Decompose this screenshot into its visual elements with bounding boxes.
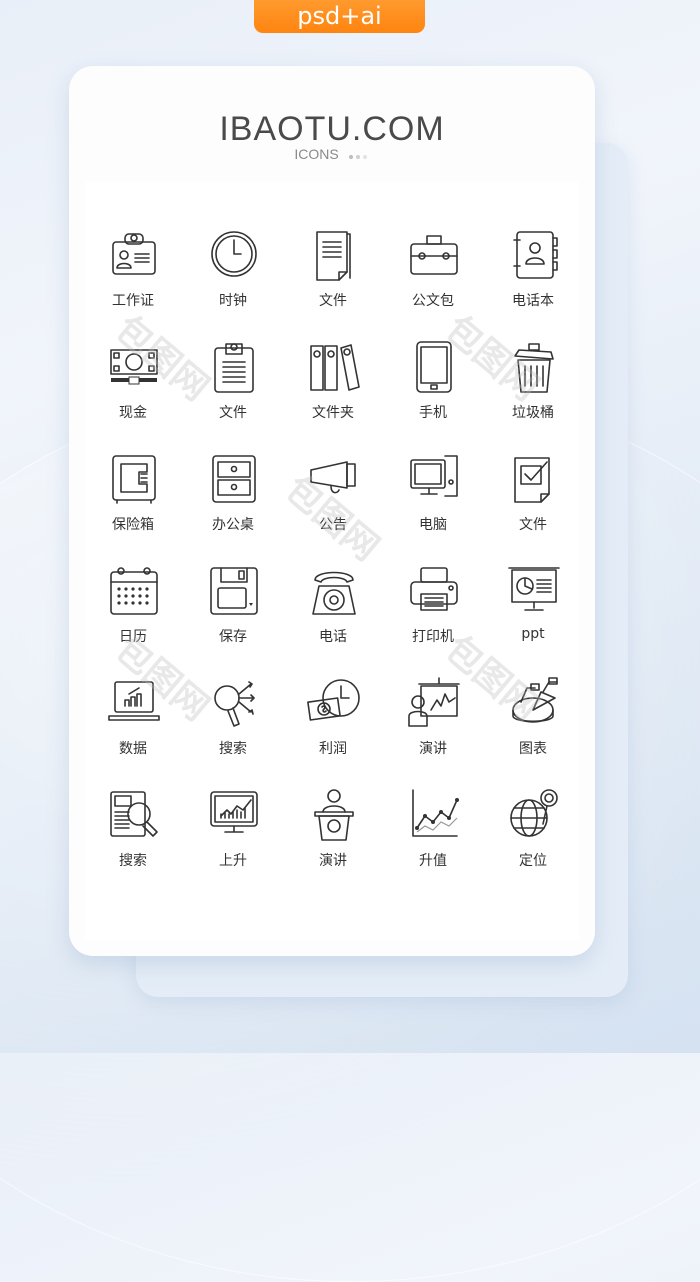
document-icon xyxy=(307,226,361,282)
cash-icon xyxy=(107,338,161,394)
tablet-icon xyxy=(407,338,461,394)
icon-label: 文件 xyxy=(219,405,247,421)
icon-item[interactable]: 电话本 xyxy=(483,226,583,326)
icon-label: 公告 xyxy=(319,517,347,533)
icon-item[interactable]: 公告 xyxy=(283,450,383,550)
icon-label: 时钟 xyxy=(219,293,247,309)
globe-pin-icon xyxy=(507,786,561,842)
dots-decoration xyxy=(348,147,370,163)
icon-item[interactable]: 日历 xyxy=(83,562,183,662)
rotary-phone-icon xyxy=(307,562,361,618)
icon-label: 数据 xyxy=(119,741,147,757)
icon-label: 演讲 xyxy=(319,853,347,869)
podium-speaker-icon xyxy=(307,786,361,842)
icon-label: 文件 xyxy=(319,293,347,309)
icon-item[interactable]: 电脑 xyxy=(383,450,483,550)
icon-item[interactable]: 图表 xyxy=(483,674,583,774)
icon-item[interactable]: 垃圾桶 xyxy=(483,338,583,438)
address-book-icon xyxy=(507,226,561,282)
megaphone-icon xyxy=(307,450,361,506)
icon-label: 保存 xyxy=(219,629,247,645)
subtitle-text: ICONS xyxy=(294,146,339,162)
icon-item[interactable]: 数据 xyxy=(83,674,183,774)
pie-chart-icon xyxy=(507,674,561,730)
icon-item[interactable]: 上升 xyxy=(183,786,283,886)
checked-document-icon xyxy=(507,450,561,506)
icon-label: 现金 xyxy=(119,405,147,421)
icon-label: 上升 xyxy=(219,853,247,869)
icon-item[interactable]: 时钟 xyxy=(183,226,283,326)
icon-label: 电话 xyxy=(319,629,347,645)
icon-label: 日历 xyxy=(119,629,147,645)
icon-item[interactable]: 现金 xyxy=(83,338,183,438)
icon-item[interactable]: 搜索 xyxy=(183,674,283,774)
trash-can-icon xyxy=(507,338,561,394)
dot xyxy=(348,154,353,159)
icon-label: 图表 xyxy=(519,741,547,757)
icon-item[interactable]: 办公桌 xyxy=(183,450,283,550)
binders-icon xyxy=(307,338,361,394)
page-title: IBAOTU.COM xyxy=(219,110,445,148)
icon-label: 利润 xyxy=(319,741,347,757)
icon-item[interactable]: 工作证 xyxy=(83,226,183,326)
icon-item[interactable]: 文件 xyxy=(283,226,383,326)
icon-item[interactable]: 保险箱 xyxy=(83,450,183,550)
icon-item[interactable]: 打印机 xyxy=(383,562,483,662)
floppy-disk-icon xyxy=(207,562,261,618)
monitor-growth-icon xyxy=(207,786,261,842)
calendar-icon xyxy=(107,562,161,618)
page-subtitle: ICONS xyxy=(69,146,595,163)
icon-label: 文件夹 xyxy=(312,405,354,421)
icon-item[interactable]: 公文包 xyxy=(383,226,483,326)
icon-label: 工作证 xyxy=(112,293,154,309)
icon-label: 升值 xyxy=(419,853,447,869)
icon-item[interactable]: 文件 xyxy=(483,450,583,550)
icon-label: 公文包 xyxy=(412,293,454,309)
presentation-board-icon xyxy=(507,562,561,618)
laptop-chart-icon xyxy=(107,674,161,730)
icon-item[interactable]: 演讲 xyxy=(383,674,483,774)
clipboard-icon xyxy=(207,338,261,394)
icon-label: 电脑 xyxy=(419,517,447,533)
magnifier-arrows-icon xyxy=(207,674,261,730)
icon-card: IBAOTU.COM ICONS 工作证 时钟 文件 公文包 电话本 现金 文件 文件夹 手机垃… xyxy=(69,66,595,956)
dot xyxy=(355,154,360,159)
safe-icon xyxy=(107,450,161,506)
icon-item[interactable]: 手机 xyxy=(383,338,483,438)
icon-label: 演讲 xyxy=(419,741,447,757)
icon-label: ppt xyxy=(521,626,545,642)
icon-label: 定位 xyxy=(519,853,547,869)
icon-item[interactable]: 电话 xyxy=(283,562,383,662)
icon-label: 办公桌 xyxy=(212,517,254,533)
briefcase-icon xyxy=(407,226,461,282)
format-badge: psd+ai xyxy=(254,0,425,33)
dot xyxy=(362,154,367,159)
drawer-cabinet-icon xyxy=(207,450,261,506)
icon-item[interactable]: 文件夹 xyxy=(283,338,383,438)
icon-item[interactable]: 演讲 xyxy=(283,786,383,886)
icon-label: 文件 xyxy=(519,517,547,533)
icon-item[interactable]: 文件 xyxy=(183,338,283,438)
icon-item[interactable]: 利润 xyxy=(283,674,383,774)
icon-item[interactable]: ppt xyxy=(483,562,583,662)
search-document-icon xyxy=(107,786,161,842)
printer-icon xyxy=(407,562,461,618)
desktop-computer-icon xyxy=(407,450,461,506)
icon-label: 搜索 xyxy=(219,741,247,757)
icon-item[interactable]: 搜索 xyxy=(83,786,183,886)
clock-icon xyxy=(207,226,261,282)
icon-item[interactable]: 保存 xyxy=(183,562,283,662)
icon-label: 垃圾桶 xyxy=(512,405,554,421)
icon-label: 保险箱 xyxy=(112,517,154,533)
money-clock-icon xyxy=(307,674,361,730)
line-graph-icon xyxy=(407,786,461,842)
presenter-board-icon xyxy=(407,674,461,730)
icon-label: 电话本 xyxy=(512,293,554,309)
id-badge-icon xyxy=(107,226,161,282)
icon-item[interactable]: 升值 xyxy=(383,786,483,886)
icon-label: 手机 xyxy=(419,405,447,421)
icon-label: 打印机 xyxy=(412,629,454,645)
icon-label: 搜索 xyxy=(119,853,147,869)
icon-item[interactable]: 定位 xyxy=(483,786,583,886)
